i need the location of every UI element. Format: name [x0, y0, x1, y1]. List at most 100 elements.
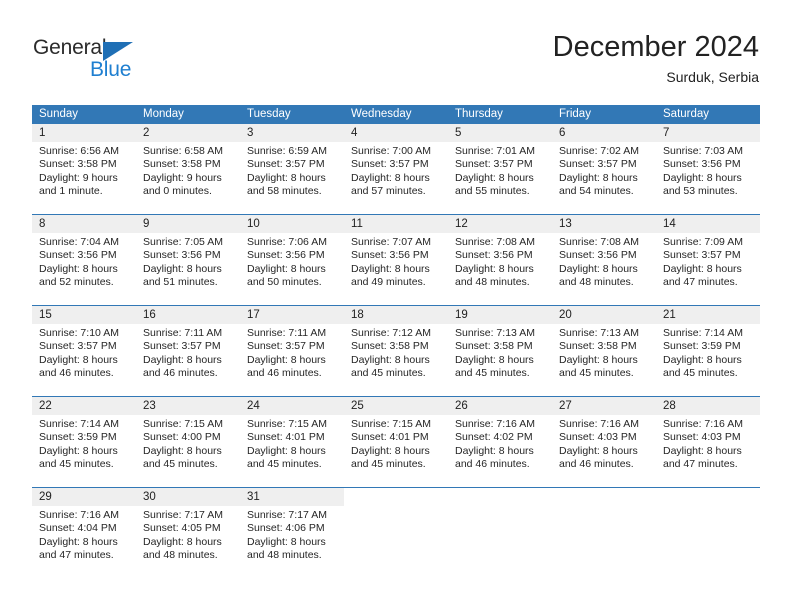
day-cell[interactable]: 28 Sunrise: 7:16 AM Sunset: 4:03 PM Dayligh…	[656, 397, 760, 476]
sunset-text: Sunset: 3:56 PM	[143, 249, 221, 262]
day-cell[interactable]: 12 Sunrise: 7:08 AM Sunset: 3:56 PM Dayligh…	[448, 215, 552, 294]
day-cell[interactable]: 14 Sunrise: 7:09 AM Sunset: 3:57 PM Dayligh…	[656, 215, 760, 294]
day-number: 9	[136, 215, 240, 233]
daylight-text-line2: and 47 minutes.	[39, 548, 114, 561]
day-cell[interactable]: 4 Sunrise: 7:00 AM Sunset: 3:57 PM Daylight…	[344, 124, 448, 203]
day-sun-info: Sunrise: 7:05 AM Sunset: 3:56 PM Daylight:…	[136, 233, 240, 289]
logo-text-general: General	[33, 36, 107, 59]
daylight-text-line1: Daylight: 9 hours	[143, 171, 222, 184]
day-cell[interactable]: 27 Sunrise: 7:16 AM Sunset: 4:03 PM Dayligh…	[552, 397, 656, 476]
page-header: General Blue December 2024 Surduk, Serbi…	[0, 0, 792, 100]
day-sun-info: Sunrise: 7:12 AM Sunset: 3:58 PM Daylight:…	[344, 324, 448, 380]
day-cell[interactable]: 31 Sunrise: 7:17 AM Sunset: 4:06 PM Dayligh…	[240, 488, 344, 567]
day-cell[interactable]: 13 Sunrise: 7:08 AM Sunset: 3:56 PM Dayligh…	[552, 215, 656, 294]
day-cell[interactable]: 24 Sunrise: 7:15 AM Sunset: 4:01 PM Dayligh…	[240, 397, 344, 476]
sunrise-text: Sunrise: 7:00 AM	[351, 145, 431, 157]
day-cell[interactable]: 16 Sunrise: 7:11 AM Sunset: 3:57 PM Dayligh…	[136, 306, 240, 385]
day-cell[interactable]: 23 Sunrise: 7:15 AM Sunset: 4:00 PM Dayligh…	[136, 397, 240, 476]
daylight-text-line2: and 45 minutes.	[351, 366, 426, 379]
day-sun-info: Sunrise: 7:08 AM Sunset: 3:56 PM Daylight:…	[448, 233, 552, 289]
sunset-text: Sunset: 4:00 PM	[143, 431, 221, 444]
day-cell[interactable]: 2 Sunrise: 6:58 AM Sunset: 3:58 PM Daylight…	[136, 124, 240, 203]
day-number: 12	[448, 215, 552, 233]
sunset-text: Sunset: 4:06 PM	[247, 522, 325, 535]
day-cell[interactable]: 10 Sunrise: 7:06 AM Sunset: 3:56 PM Dayligh…	[240, 215, 344, 294]
day-number: 29	[32, 488, 136, 506]
sunrise-text: Sunrise: 7:05 AM	[143, 236, 223, 248]
day-sun-info: Sunrise: 7:15 AM Sunset: 4:01 PM Daylight:…	[344, 415, 448, 471]
daylight-text-line1: Daylight: 8 hours	[559, 171, 638, 184]
day-cell[interactable]: 3 Sunrise: 6:59 AM Sunset: 3:57 PM Daylight…	[240, 124, 344, 203]
day-sun-info: Sunrise: 7:16 AM Sunset: 4:04 PM Daylight:…	[32, 506, 136, 562]
sunset-text: Sunset: 4:01 PM	[351, 431, 429, 444]
day-number: 23	[136, 397, 240, 415]
day-sun-info: Sunrise: 7:13 AM Sunset: 3:58 PM Daylight:…	[552, 324, 656, 380]
day-sun-info: Sunrise: 7:04 AM Sunset: 3:56 PM Daylight:…	[32, 233, 136, 289]
sunrise-text: Sunrise: 7:14 AM	[663, 327, 743, 339]
day-number: 18	[344, 306, 448, 324]
general-blue-logo[interactable]: General Blue	[33, 36, 193, 86]
sunset-text: Sunset: 4:02 PM	[455, 431, 533, 444]
daylight-text-line2: and 52 minutes.	[39, 275, 114, 288]
sunrise-text: Sunrise: 7:11 AM	[247, 327, 327, 339]
daylight-text-line1: Daylight: 8 hours	[663, 262, 742, 275]
day-sun-info: Sunrise: 7:03 AM Sunset: 3:56 PM Daylight:…	[656, 142, 760, 198]
day-cell[interactable]: 21 Sunrise: 7:14 AM Sunset: 3:59 PM Dayligh…	[656, 306, 760, 385]
daylight-text-line1: Daylight: 8 hours	[559, 353, 638, 366]
day-number: 21	[656, 306, 760, 324]
day-cell[interactable]: 29 Sunrise: 7:16 AM Sunset: 4:04 PM Dayligh…	[32, 488, 136, 567]
sunset-text: Sunset: 4:05 PM	[143, 522, 221, 535]
day-cell-empty	[656, 488, 760, 567]
day-cell[interactable]: 11 Sunrise: 7:07 AM Sunset: 3:56 PM Dayligh…	[344, 215, 448, 294]
daylight-text-line2: and 45 minutes.	[559, 366, 634, 379]
week-spacer	[32, 203, 760, 214]
sunrise-text: Sunrise: 7:15 AM	[143, 418, 223, 430]
week-row: 1 Sunrise: 6:56 AM Sunset: 3:58 PM Daylight…	[32, 124, 760, 203]
day-cell[interactable]: 30 Sunrise: 7:17 AM Sunset: 4:05 PM Dayligh…	[136, 488, 240, 567]
day-cell[interactable]: 17 Sunrise: 7:11 AM Sunset: 3:57 PM Dayligh…	[240, 306, 344, 385]
day-cell[interactable]: 18 Sunrise: 7:12 AM Sunset: 3:58 PM Dayligh…	[344, 306, 448, 385]
day-sun-info	[552, 506, 656, 509]
day-cell[interactable]: 20 Sunrise: 7:13 AM Sunset: 3:58 PM Dayligh…	[552, 306, 656, 385]
week-spacer	[32, 294, 760, 305]
page-subtitle-location: Surduk, Serbia	[666, 69, 759, 85]
week-spacer	[32, 385, 760, 396]
day-sun-info: Sunrise: 7:15 AM Sunset: 4:00 PM Daylight:…	[136, 415, 240, 471]
week-row: 29 Sunrise: 7:16 AM Sunset: 4:04 PM Dayligh…	[32, 487, 760, 567]
daylight-text-line2: and 48 minutes.	[559, 275, 634, 288]
day-cell[interactable]: 19 Sunrise: 7:13 AM Sunset: 3:58 PM Dayligh…	[448, 306, 552, 385]
sunrise-text: Sunrise: 7:04 AM	[39, 236, 119, 248]
day-cell[interactable]: 5 Sunrise: 7:01 AM Sunset: 3:57 PM Daylight…	[448, 124, 552, 203]
day-cell[interactable]: 1 Sunrise: 6:56 AM Sunset: 3:58 PM Daylight…	[32, 124, 136, 203]
day-number: 13	[552, 215, 656, 233]
day-cell[interactable]: 26 Sunrise: 7:16 AM Sunset: 4:02 PM Dayligh…	[448, 397, 552, 476]
day-cell-empty	[448, 488, 552, 567]
daylight-text-line2: and 46 minutes.	[455, 457, 530, 470]
day-cell[interactable]: 7 Sunrise: 7:03 AM Sunset: 3:56 PM Daylight…	[656, 124, 760, 203]
sunrise-text: Sunrise: 7:16 AM	[559, 418, 639, 430]
day-cell[interactable]: 6 Sunrise: 7:02 AM Sunset: 3:57 PM Daylight…	[552, 124, 656, 203]
daylight-text-line1: Daylight: 8 hours	[663, 444, 742, 457]
day-number: 11	[344, 215, 448, 233]
day-sun-info: Sunrise: 7:09 AM Sunset: 3:57 PM Daylight:…	[656, 233, 760, 289]
sunrise-text: Sunrise: 7:13 AM	[455, 327, 535, 339]
daylight-text-line1: Daylight: 8 hours	[247, 353, 326, 366]
day-cell[interactable]: 15 Sunrise: 7:10 AM Sunset: 3:57 PM Dayligh…	[32, 306, 136, 385]
day-cell[interactable]: 8 Sunrise: 7:04 AM Sunset: 3:56 PM Daylight…	[32, 215, 136, 294]
logo-text-blue: Blue	[90, 58, 132, 81]
sunrise-text: Sunrise: 7:14 AM	[39, 418, 119, 430]
daylight-text-line2: and 48 minutes.	[143, 548, 218, 561]
sunrise-text: Sunrise: 7:17 AM	[143, 509, 223, 521]
day-sun-info: Sunrise: 6:59 AM Sunset: 3:57 PM Daylight:…	[240, 142, 344, 198]
day-cell[interactable]: 25 Sunrise: 7:15 AM Sunset: 4:01 PM Dayligh…	[344, 397, 448, 476]
day-sun-info: Sunrise: 7:16 AM Sunset: 4:03 PM Daylight:…	[552, 415, 656, 471]
day-sun-info: Sunrise: 7:17 AM Sunset: 4:06 PM Daylight:…	[240, 506, 344, 562]
day-sun-info: Sunrise: 7:01 AM Sunset: 3:57 PM Daylight:…	[448, 142, 552, 198]
day-cell[interactable]: 22 Sunrise: 7:14 AM Sunset: 3:59 PM Dayligh…	[32, 397, 136, 476]
daylight-text-line2: and 46 minutes.	[39, 366, 114, 379]
daylight-text-line2: and 0 minutes.	[143, 184, 212, 197]
sunset-text: Sunset: 4:03 PM	[559, 431, 637, 444]
sunrise-text: Sunrise: 7:01 AM	[455, 145, 535, 157]
page-title: December 2024	[552, 31, 759, 63]
day-cell[interactable]: 9 Sunrise: 7:05 AM Sunset: 3:56 PM Daylight…	[136, 215, 240, 294]
